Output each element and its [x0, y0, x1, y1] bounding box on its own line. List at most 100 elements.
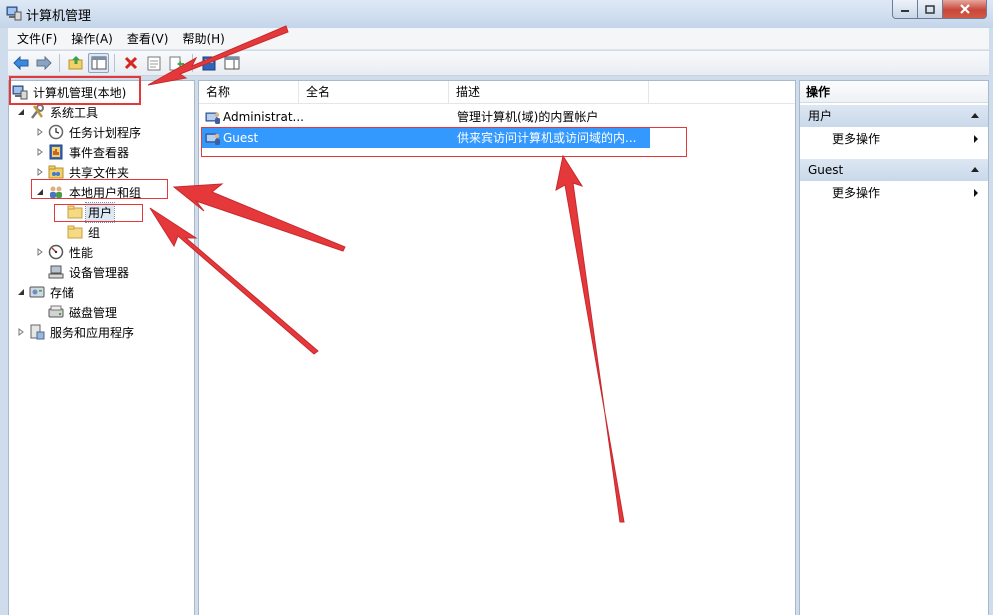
computer-management-icon — [6, 6, 22, 21]
tools-icon — [29, 104, 45, 120]
action-pane-icon — [224, 56, 239, 70]
performance-gauge-icon — [48, 244, 64, 260]
delete-x-icon — [124, 56, 137, 70]
actions-title: 操作 — [800, 81, 988, 103]
annotation-box-root — [9, 76, 141, 105]
close-icon — [959, 4, 970, 14]
clock-icon — [48, 124, 64, 140]
toolbar-separator — [114, 54, 115, 72]
back-button[interactable] — [10, 53, 31, 73]
tree-item-groups[interactable]: 组 — [67, 222, 102, 242]
storage-icon — [29, 284, 45, 300]
tree-item-event-viewer[interactable]: 事件查看器 — [35, 142, 131, 162]
tree-label: 服务和应用程序 — [50, 325, 135, 340]
tree-item-performance[interactable]: 性能 — [35, 242, 95, 262]
user-account-icon — [205, 112, 220, 124]
tree-label: 性能 — [69, 245, 94, 260]
up-folder-button[interactable] — [65, 53, 86, 73]
collapse-up-icon — [971, 167, 979, 172]
section-header-label: Guest — [808, 163, 844, 177]
tree-label: 组 — [88, 225, 101, 240]
menu-action[interactable]: 操作(A) — [64, 29, 120, 49]
submenu-arrow-icon — [974, 189, 978, 197]
show-action-pane-button[interactable] — [221, 53, 242, 73]
toolbar-separator — [59, 54, 60, 72]
more-actions-guest[interactable]: 更多操作 — [800, 183, 988, 203]
cell-description: 管理计算机(域)的内置帐户 — [457, 110, 599, 124]
shared-folder-icon — [48, 164, 64, 180]
tree-label: 任务计划程序 — [69, 125, 142, 140]
minimize-button[interactable] — [892, 0, 918, 19]
properties-button[interactable] — [143, 53, 164, 73]
list-header: 名称 全名 描述 — [199, 81, 795, 104]
actions-pane: 操作 用户 更多操作 Guest 更多操作 — [799, 80, 989, 615]
collapse-up-icon — [971, 113, 979, 118]
column-header-name[interactable]: 名称 — [199, 81, 299, 104]
expand-triangle-icon[interactable] — [35, 167, 45, 177]
menu-help[interactable]: 帮助(H) — [175, 29, 231, 49]
up-folder-icon — [68, 56, 82, 70]
tree-label: 系统工具 — [50, 105, 99, 120]
minimize-icon — [901, 10, 909, 12]
user-list-view: 名称 全名 描述 Administrat... 管理计算机(域)的内置帐户 Gu… — [198, 80, 796, 615]
services-icon — [29, 324, 45, 340]
tree-label: 磁盘管理 — [69, 305, 118, 320]
cell-name: Administrat... — [223, 110, 303, 124]
action-item-label: 更多操作 — [832, 186, 881, 200]
forward-arrow-icon — [36, 56, 52, 70]
expand-triangle-icon[interactable] — [35, 127, 45, 137]
tree-item-system-tools[interactable]: 系统工具 — [16, 102, 100, 122]
tree-label: 事件查看器 — [69, 145, 130, 160]
disk-icon — [48, 304, 64, 320]
tree-label: 存储 — [50, 285, 75, 300]
export-list-button[interactable] — [166, 53, 187, 73]
maximize-button[interactable] — [918, 0, 943, 19]
table-row-administrator[interactable]: Administrat... 管理计算机(域)的内置帐户 — [202, 107, 650, 127]
tree-item-device-manager[interactable]: 设备管理器 — [48, 262, 131, 282]
expand-triangle-icon[interactable] — [35, 247, 45, 257]
close-button[interactable] — [943, 0, 987, 19]
delete-button[interactable] — [120, 53, 141, 73]
event-viewer-icon — [48, 144, 64, 160]
tree-label: 设备管理器 — [69, 265, 130, 280]
column-header-description[interactable]: 描述 — [449, 81, 649, 104]
menu-view[interactable]: 查看(V) — [120, 29, 176, 49]
help-book-icon — [202, 56, 215, 70]
column-header-fullname[interactable]: 全名 — [299, 81, 449, 104]
window-controls — [892, 0, 987, 20]
help-button[interactable] — [198, 53, 219, 73]
forward-button[interactable] — [33, 53, 54, 73]
tree-item-task-scheduler[interactable]: 任务计划程序 — [35, 122, 143, 142]
maximize-icon — [925, 4, 935, 14]
annotation-box-users-folder — [54, 204, 143, 222]
menu-bar: 文件(F) 操作(A) 查看(V) 帮助(H) — [8, 28, 989, 50]
actions-section-guest[interactable]: Guest — [800, 159, 988, 181]
console-tree: 计算机管理(本地) 系统工具 任务计划程序 事件查看器 共享文件夹 本地用户和组… — [8, 80, 195, 615]
window-title: 计算机管理 — [26, 9, 92, 24]
console-tree-icon — [91, 56, 106, 70]
expand-triangle-icon[interactable] — [16, 327, 26, 337]
tree-item-disk-management[interactable]: 磁盘管理 — [48, 302, 119, 322]
properties-icon — [147, 56, 160, 70]
action-item-label: 更多操作 — [832, 132, 881, 146]
back-arrow-icon — [12, 56, 28, 70]
actions-section-users[interactable]: 用户 — [800, 105, 988, 127]
tree-item-storage[interactable]: 存储 — [16, 282, 76, 302]
more-actions-users[interactable]: 更多操作 — [800, 129, 988, 149]
annotation-box-guest-row — [201, 127, 687, 157]
submenu-arrow-icon — [974, 135, 978, 143]
show-hide-tree-button[interactable] — [88, 53, 109, 73]
cell-fullname — [302, 107, 450, 127]
menu-file[interactable]: 文件(F) — [10, 29, 64, 49]
section-header-label: 用户 — [808, 109, 833, 123]
toolbar-separator — [192, 54, 193, 72]
folder-icon — [67, 224, 83, 240]
tree-item-services-apps[interactable]: 服务和应用程序 — [16, 322, 136, 342]
title-bar: 计算机管理 — [0, 0, 993, 28]
annotation-box-local-users — [31, 179, 168, 199]
collapse-triangle-icon[interactable] — [16, 107, 26, 117]
expand-triangle-icon[interactable] — [35, 147, 45, 157]
toolbar — [8, 51, 989, 76]
collapse-triangle-icon[interactable] — [16, 287, 26, 297]
device-manager-icon — [48, 264, 64, 280]
